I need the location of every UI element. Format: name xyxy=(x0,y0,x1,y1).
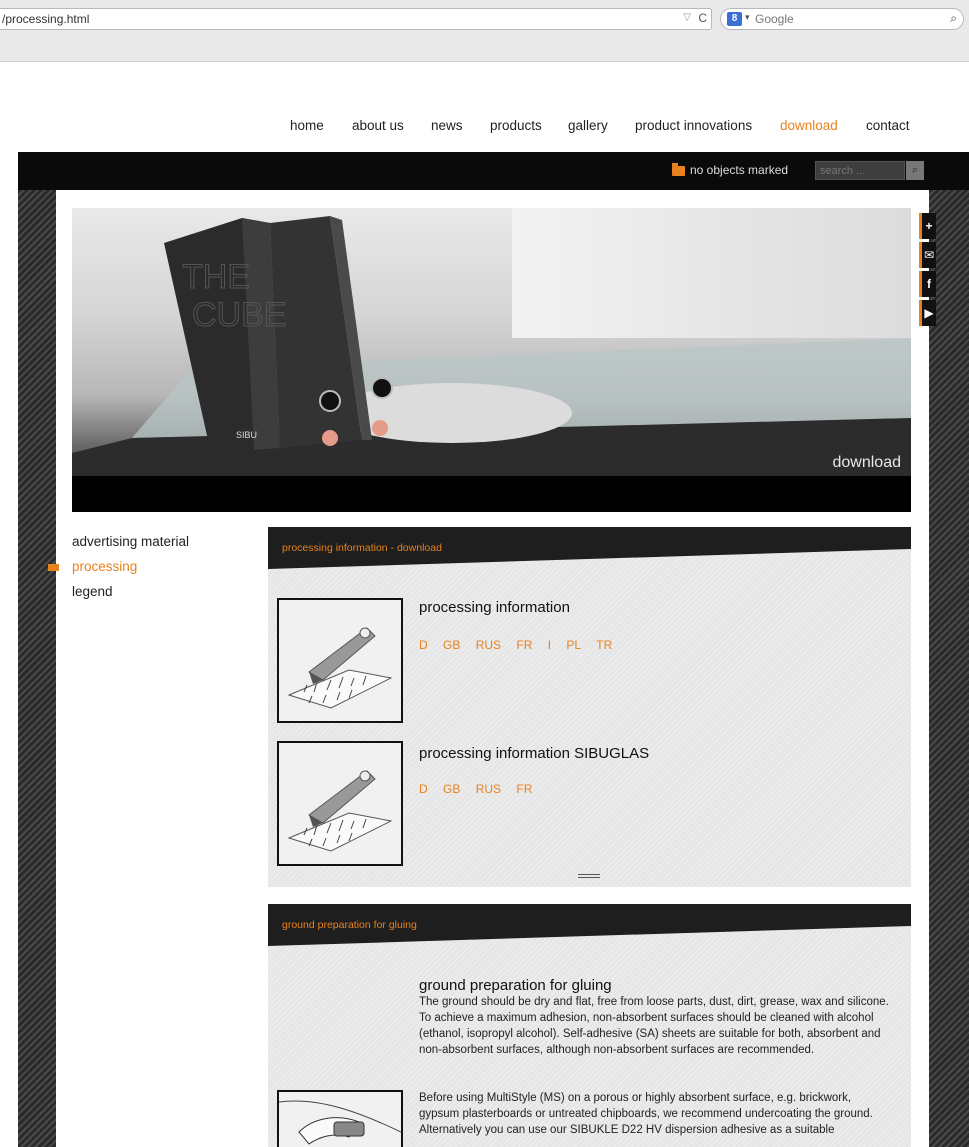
url-text: /processing.html xyxy=(2,12,90,26)
hero-image: THE CUBE SIBU download xyxy=(72,208,911,512)
section-title: ground preparation for gluing xyxy=(419,977,612,994)
lang-link-rus[interactable]: RUS xyxy=(476,638,501,652)
nav-download[interactable]: download xyxy=(780,118,838,133)
left-decorative-stripe xyxy=(18,190,56,1147)
lang-link-tr[interactable]: TR xyxy=(596,638,612,652)
binder-text: THE xyxy=(182,258,250,296)
folder-icon xyxy=(672,163,685,176)
language-links: D GB RUS FR xyxy=(419,782,544,796)
item-title: processing information xyxy=(419,599,570,616)
reload-icon[interactable]: C xyxy=(698,11,707,25)
collapse-handle[interactable] xyxy=(578,874,600,878)
processing-download-panel: processing information - download proces… xyxy=(268,527,911,887)
panel-heading: processing information - download xyxy=(282,542,442,554)
site-search-input[interactable] xyxy=(815,161,905,180)
bookmark-icon[interactable]: ▽ xyxy=(683,12,691,23)
google-icon[interactable]: 8 xyxy=(727,12,742,26)
gluing-thumbnail[interactable] xyxy=(277,1090,403,1147)
hand-wiping-icon xyxy=(278,1100,402,1145)
sibuglas-thumbnail[interactable] xyxy=(277,741,403,866)
lang-link-i[interactable]: I xyxy=(548,638,551,652)
active-marker xyxy=(48,564,59,571)
language-links: D GB RUS FR I PL TR xyxy=(419,638,624,652)
sidebar-item-legend[interactable]: legend xyxy=(72,584,113,599)
processing-thumbnail[interactable] xyxy=(277,598,403,723)
right-decorative-stripe xyxy=(929,190,969,1147)
nav-contact[interactable]: contact xyxy=(866,118,910,133)
sidebar-item-advertising-material[interactable]: advertising material xyxy=(72,534,189,549)
hero-illustration: THE CUBE SIBU xyxy=(72,216,911,512)
nav-news[interactable]: news xyxy=(431,118,463,133)
chevron-down-icon[interactable]: ▾ xyxy=(745,12,750,23)
nav-home[interactable]: home xyxy=(290,118,324,133)
paragraph-1: The ground should be dry and flat, free … xyxy=(419,996,889,1056)
search-engine-label: Google xyxy=(755,12,794,26)
url-bar[interactable]: /processing.html ▽ C xyxy=(0,8,712,30)
play-icon[interactable]: ▶ xyxy=(919,300,936,326)
item-title: processing information SIBUGLAS xyxy=(419,745,650,762)
mail-icon[interactable]: ✉ xyxy=(919,242,936,268)
nav-about-us[interactable]: about us xyxy=(352,118,404,133)
lang-link-rus[interactable]: RUS xyxy=(476,782,501,796)
nav-product-innovations[interactable]: product innovations xyxy=(635,118,752,133)
nav-products[interactable]: products xyxy=(490,118,542,133)
panel-heading: ground preparation for gluing xyxy=(282,919,417,931)
lang-link-d[interactable]: D xyxy=(419,782,428,796)
utility-bar: no objects marked ⌕ xyxy=(18,152,969,190)
cutter-icon xyxy=(287,627,393,709)
marked-objects-link[interactable]: no objects marked xyxy=(690,163,788,177)
browser-search-bar[interactable]: 8 ▾ Google ⌕ xyxy=(720,8,964,30)
search-icon[interactable]: ⌕ xyxy=(906,161,924,180)
lang-link-fr[interactable]: FR xyxy=(516,782,532,796)
svg-text:SIBU: SIBU xyxy=(236,430,257,440)
lang-link-pl[interactable]: PL xyxy=(566,638,581,652)
hero-caption: download xyxy=(832,454,902,471)
lang-link-d[interactable]: D xyxy=(419,638,428,652)
svg-text:CUBE: CUBE xyxy=(192,296,286,334)
facebook-icon[interactable]: f xyxy=(919,271,936,297)
lang-link-gb[interactable]: GB xyxy=(443,782,460,796)
lang-link-fr[interactable]: FR xyxy=(516,638,532,652)
paragraph-2: Before using MultiStyle (MS) on a porous… xyxy=(419,1092,873,1136)
cutter-icon xyxy=(287,770,393,852)
share-plus-icon[interactable]: + xyxy=(919,213,936,239)
browser-chrome: /processing.html ▽ C 8 ▾ Google ⌕ xyxy=(0,0,969,62)
nav-gallery[interactable]: gallery xyxy=(568,118,608,133)
ground-preparation-panel: ground preparation for gluing ground pre… xyxy=(268,904,911,1147)
lang-link-gb[interactable]: GB xyxy=(443,638,460,652)
sidebar-item-processing[interactable]: processing xyxy=(72,559,137,574)
search-icon[interactable]: ⌕ xyxy=(950,11,957,26)
